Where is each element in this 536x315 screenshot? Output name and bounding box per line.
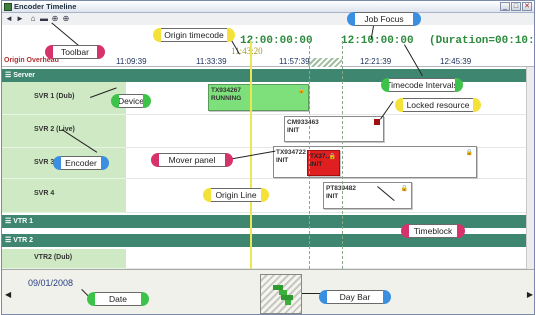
home-icon[interactable]: ⌂ bbox=[28, 14, 38, 24]
timecode-interval-5: 12:45:39 bbox=[440, 57, 472, 66]
device-label-svr4: SVR 4 bbox=[34, 190, 55, 197]
timeblock-error[interactable]: TX37... INIT 🔒 bbox=[307, 150, 340, 176]
timeblock-running[interactable]: TX934267 RUNNING 🔒 bbox=[208, 84, 309, 111]
day-map-blocks bbox=[273, 285, 293, 305]
device-row-svr4[interactable]: SVR 4 bbox=[2, 179, 126, 213]
timeblock-id: TX934267 bbox=[211, 87, 241, 94]
group-header-vtr2[interactable]: ☰ VTR 2 bbox=[2, 234, 126, 247]
callout-timeblock: Timeblock bbox=[401, 224, 465, 238]
callout-date: Date bbox=[87, 292, 149, 306]
minimize-button[interactable]: _ bbox=[500, 2, 510, 11]
device-label-vtr2-dub: VTR2 (Dub) bbox=[34, 254, 73, 261]
arrow-right-icon[interactable]: ► bbox=[15, 14, 25, 24]
app-icon bbox=[4, 3, 12, 11]
group-row-vtr2 bbox=[126, 234, 526, 247]
device-row-svr1[interactable]: SVR 1 (Dub) bbox=[2, 82, 126, 115]
window-title: Encoder Timeline bbox=[14, 2, 77, 11]
timecode-interval-1: 11:09:39 bbox=[116, 57, 147, 66]
group-header-server[interactable]: ☰ Server bbox=[2, 69, 126, 82]
timeblock-status: INIT bbox=[310, 161, 323, 168]
day-overview-map[interactable] bbox=[260, 274, 302, 314]
job-focus-end-line bbox=[342, 41, 343, 269]
callout-mover-panel: Mover panel bbox=[151, 153, 233, 167]
title-bar: Encoder Timeline _ □ ✕ bbox=[2, 1, 534, 13]
timecode-major-2: 12:10:00:00 bbox=[341, 35, 414, 47]
close-button[interactable]: ✕ bbox=[522, 2, 532, 11]
lock-icon: 🔒 bbox=[328, 154, 336, 160]
timeblock-id: PT839482 bbox=[326, 185, 356, 192]
device-label-svr1: SVR 1 (Dub) bbox=[34, 93, 75, 100]
timecode-interval-4: 12:21:39 bbox=[360, 57, 392, 66]
callout-device: Device bbox=[111, 94, 151, 108]
timeblock[interactable]: CM933463 INIT bbox=[284, 116, 384, 142]
timecode-interval-2: 11:33:39 bbox=[196, 57, 227, 66]
callout-encoder: Encoder bbox=[53, 156, 109, 170]
group-header-vtr1[interactable]: ☰ VTR 1 bbox=[2, 215, 126, 228]
locked-resource-icon bbox=[374, 119, 380, 125]
maximize-button[interactable]: □ bbox=[511, 2, 521, 11]
timeblock-long[interactable]: TX934722 INIT 🔒 bbox=[273, 146, 477, 178]
toolbar: ◄ ► ⌂ ▬ ⊕ ⊕ bbox=[2, 13, 534, 25]
device-row-vtr2-dub[interactable]: VTR2 (Dub) bbox=[2, 249, 126, 269]
job-focus-start-line bbox=[309, 41, 310, 269]
lock-icon: 🔒 bbox=[297, 88, 305, 94]
vertical-scrollbar[interactable] bbox=[526, 67, 534, 269]
zoom-out-icon[interactable]: ▬ bbox=[39, 14, 49, 24]
day-next-arrow-icon[interactable]: ▶ bbox=[527, 290, 533, 299]
lock-icon: 🔒 bbox=[400, 186, 408, 192]
lock-icon: 🔒 bbox=[465, 150, 473, 156]
device-label-svr3: SVR 3 bbox=[34, 159, 55, 166]
timeblock-status: INIT bbox=[326, 193, 339, 200]
zoom-in-plus-icon[interactable]: ⊕ bbox=[61, 14, 71, 24]
group-row-vtr1 bbox=[126, 215, 526, 228]
day-bar[interactable]: 09/01/2008 ◀ ▶ bbox=[2, 269, 534, 314]
date-label: 09/01/2008 bbox=[28, 278, 74, 288]
group-row-server bbox=[126, 69, 526, 82]
timeblock-status: RUNNING bbox=[211, 95, 242, 102]
device-label-svr2: SVR 2 (Live) bbox=[34, 126, 75, 133]
callout-job-focus: Job Focus bbox=[347, 12, 421, 26]
callout-timecode-intervals: Timecode Intervals bbox=[381, 78, 463, 92]
lane-vtr2-dub[interactable] bbox=[126, 249, 526, 269]
timeblock-id: TX934722 bbox=[276, 149, 306, 156]
callout-origin-line: Origin Line bbox=[203, 188, 269, 202]
encoder-timeline-window: Encoder Timeline _ □ ✕ ◄ ► ⌂ ▬ ⊕ ⊕ 11:43… bbox=[1, 0, 535, 315]
day-prev-arrow-icon[interactable]: ◀ bbox=[5, 290, 11, 299]
duration-readout: (Duration=00:10:00:00 bbox=[429, 35, 535, 47]
callout-origin-timecode: Origin timecode bbox=[153, 28, 235, 42]
timecode-interval-3: 11:57:39 bbox=[279, 57, 310, 66]
job-focus-range[interactable] bbox=[308, 58, 342, 67]
arrow-left-icon[interactable]: ◄ bbox=[4, 14, 14, 24]
callout-locked-resource: Locked resource bbox=[395, 98, 481, 112]
group-label-vtr1: VTR 1 bbox=[13, 218, 34, 225]
callout-toolbar: Toolbar bbox=[45, 45, 105, 59]
group-label-vtr2: VTR 2 bbox=[13, 237, 34, 244]
timeblock-id: CM933463 bbox=[287, 119, 319, 126]
callout-day-bar: Day Bar bbox=[319, 290, 391, 304]
timeblock[interactable]: PT839482 INIT 🔒 bbox=[323, 182, 412, 209]
timeblock-status: INIT bbox=[276, 157, 289, 164]
group-label-server: Server bbox=[13, 72, 36, 79]
timeblock-status: INIT bbox=[287, 127, 300, 134]
